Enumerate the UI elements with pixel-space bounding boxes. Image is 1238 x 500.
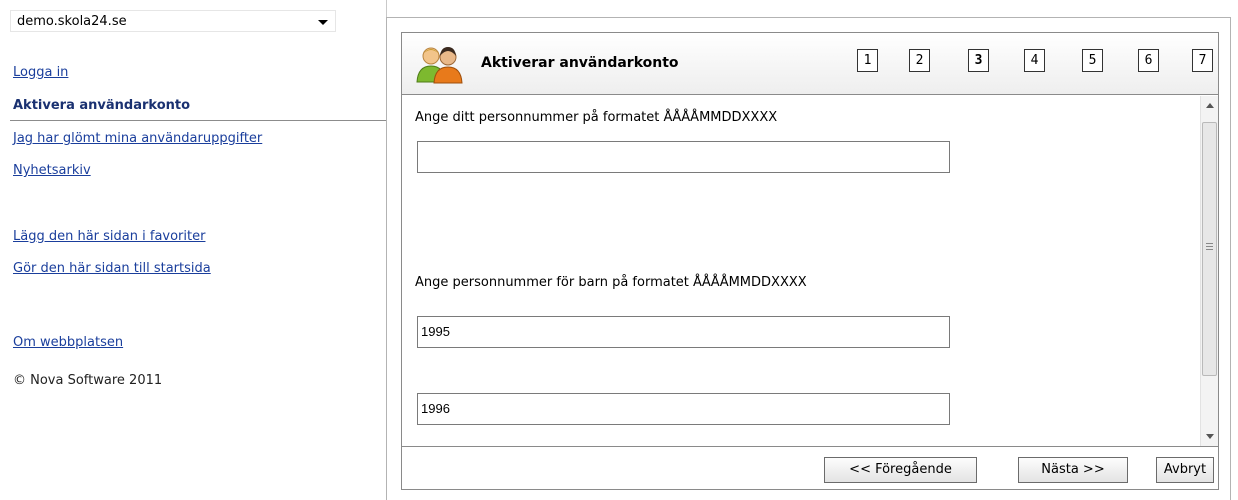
previous-button[interactable]: << Föregående <box>824 457 977 483</box>
step-5-button[interactable]: 5 <box>1082 49 1103 72</box>
personnummer-label: Ange ditt personnummer på formatet ÅÅÅÅM… <box>415 110 778 125</box>
nav-login-link[interactable]: Logga in <box>13 65 68 81</box>
copyright-text: © Nova Software 2011 <box>13 373 163 388</box>
nav-activate-account-current: Aktivera användarkonto <box>13 98 191 113</box>
activation-wizard-dialog: Aktiverar användarkonto 1 2 3 4 5 6 7 An… <box>401 32 1219 490</box>
step-6-button[interactable]: 6 <box>1138 49 1159 72</box>
personnummer-input[interactable] <box>417 141 950 173</box>
site-select[interactable]: demo.skola24.se <box>10 10 336 32</box>
users-icon <box>416 47 463 84</box>
step-3-button-current[interactable]: 3 <box>968 49 989 72</box>
step-4-button[interactable]: 4 <box>1024 49 1045 72</box>
scroll-down-arrow-icon[interactable] <box>1206 434 1214 439</box>
scroll-up-arrow-icon[interactable] <box>1206 103 1214 108</box>
add-to-favorites-link[interactable]: Lägg den här sidan i favoriter <box>13 229 205 245</box>
scrollbar-thumb[interactable] <box>1202 122 1217 376</box>
wizard-title: Aktiverar användarkonto <box>481 55 679 71</box>
child-2-personnummer-input[interactable]: 1996 <box>417 393 950 425</box>
cancel-button[interactable]: Avbryt <box>1156 457 1214 483</box>
step-7-button[interactable]: 7 <box>1192 49 1213 72</box>
dropdown-arrow-icon <box>318 20 328 25</box>
scrollbar-grip-icon <box>1206 243 1213 250</box>
about-site-link[interactable]: Om webbplatsen <box>13 335 123 351</box>
left-navigation: demo.skola24.se Logga in Aktivera använd… <box>0 0 386 500</box>
site-select-value: demo.skola24.se <box>17 14 127 29</box>
wizard-header: Aktiverar användarkonto 1 2 3 4 5 6 7 <box>402 33 1218 95</box>
nav-active-divider <box>10 120 386 121</box>
step-1-button[interactable]: 1 <box>857 49 878 72</box>
vertical-scrollbar[interactable] <box>1200 96 1218 446</box>
wizard-body: Ange ditt personnummer på formatet ÅÅÅÅM… <box>402 96 1200 446</box>
child-personnummer-label: Ange personnummer för barn på formatet Å… <box>415 275 807 290</box>
nav-forgot-credentials-link[interactable]: Jag har glömt mina användaruppgifter <box>13 131 262 147</box>
child-1-personnummer-input[interactable]: 1995 <box>417 316 950 348</box>
step-2-button[interactable]: 2 <box>909 49 930 72</box>
wizard-footer: << Föregående Nästa >> Avbryt <box>402 446 1218 489</box>
nav-news-archive-link[interactable]: Nyhetsarkiv <box>13 163 91 179</box>
set-as-startpage-link[interactable]: Gör den här sidan till startsida <box>13 261 211 277</box>
next-button[interactable]: Nästa >> <box>1018 457 1128 483</box>
